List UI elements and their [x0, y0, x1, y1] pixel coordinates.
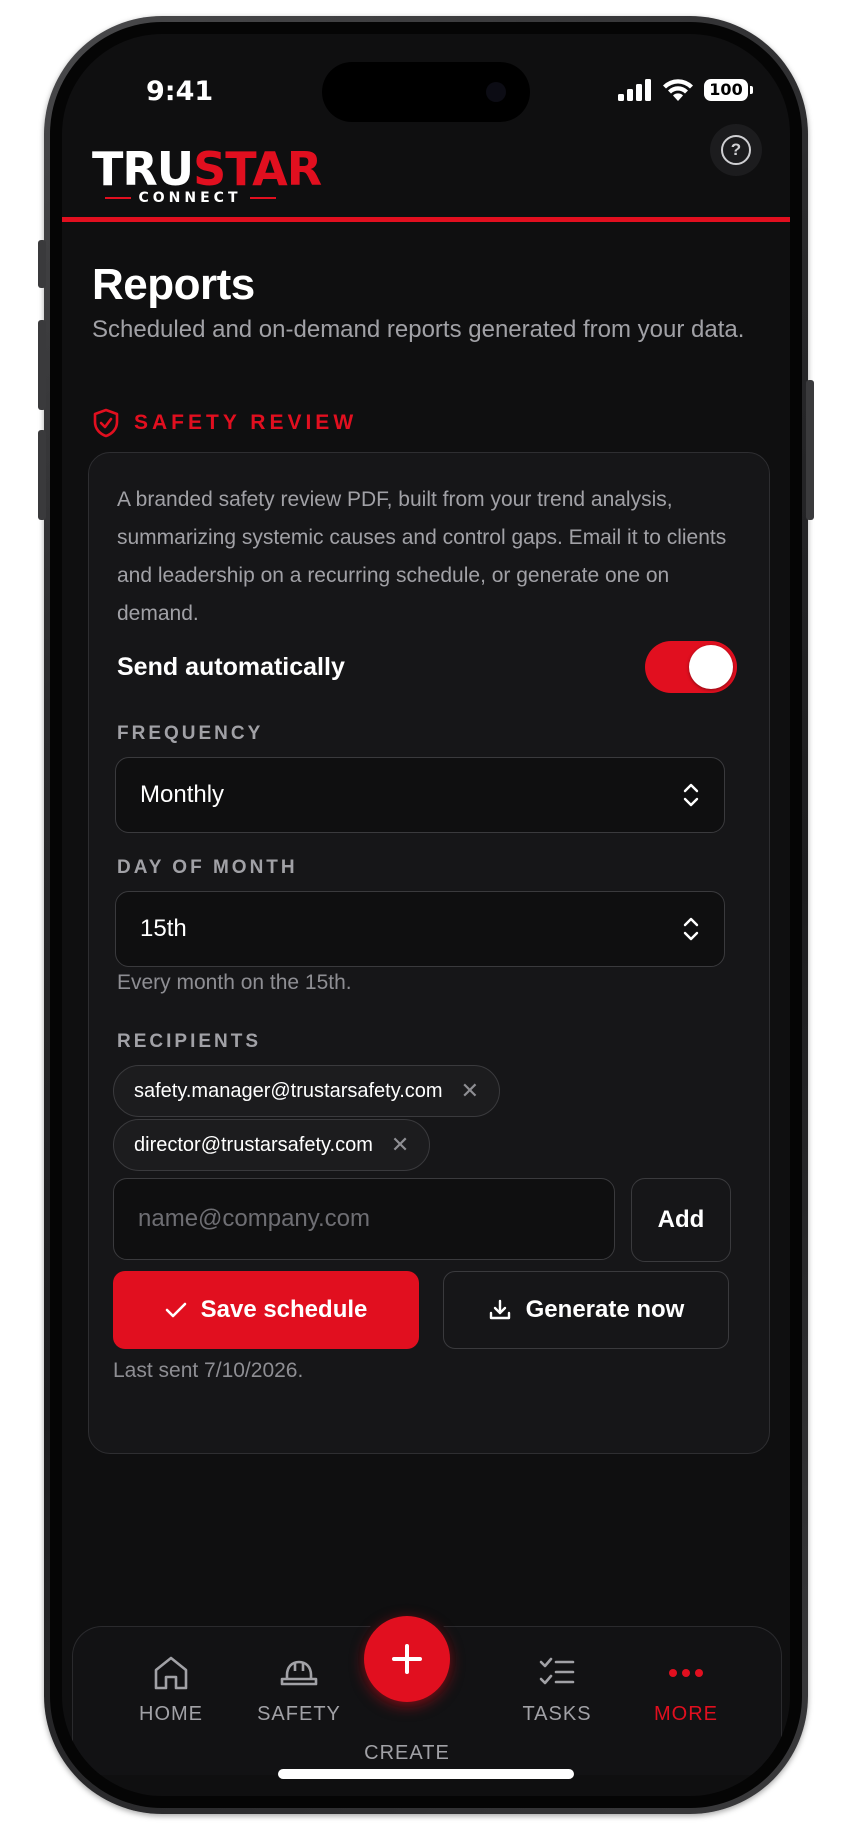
chevron-up-down-icon [683, 917, 699, 941]
chevron-up-down-icon [683, 783, 699, 807]
status-time: 9:41 [146, 76, 214, 107]
remove-recipient-icon[interactable]: ✕ [461, 1080, 479, 1102]
status-icons: 100 [618, 78, 753, 102]
home-icon [154, 1656, 188, 1690]
section-title: SAFETY REVIEW [134, 411, 358, 434]
section-header: SAFETY REVIEW [92, 408, 357, 438]
recipient-email: director@trustarsafety.com [134, 1133, 373, 1156]
trustar-logo[interactable]: TRUSTAR CONNECT [92, 142, 322, 206]
header-divider [62, 217, 790, 222]
tab-safety-label: SAFETY [257, 1703, 341, 1725]
add-recipient-button[interactable]: Add [631, 1178, 731, 1262]
recipients-label: RECIPIENTS [117, 1031, 262, 1052]
create-button[interactable] [364, 1616, 450, 1702]
day-of-month-value: 15th [140, 915, 187, 942]
page-subtitle: Scheduled and on-demand reports generate… [92, 316, 745, 343]
generate-now-label: Generate now [525, 1296, 685, 1323]
more-dots-icon [669, 1669, 703, 1677]
tab-tasks[interactable]: TASKS [497, 1655, 617, 1726]
tab-more[interactable]: MORE [626, 1655, 746, 1726]
send-automatically-label: Send automatically [117, 652, 345, 681]
recipient-email: safety.manager@trustarsafety.com [134, 1079, 443, 1102]
camera-icon [486, 82, 506, 102]
help-button[interactable]: ? [710, 124, 762, 176]
page-title: Reports [92, 260, 255, 309]
frequency-select[interactable]: Monthly [115, 757, 725, 833]
recipient-chip: director@trustarsafety.com ✕ [113, 1119, 431, 1171]
card-description: A branded safety review PDF, built from … [117, 488, 727, 625]
battery-icon: 100 [704, 79, 753, 101]
tab-home-label: HOME [139, 1703, 203, 1725]
tab-more-label: MORE [654, 1703, 718, 1725]
tab-safety[interactable]: SAFETY [239, 1655, 359, 1726]
plus-icon [392, 1644, 422, 1674]
day-of-month-select[interactable]: 15th [115, 891, 725, 967]
toggle-knob [689, 645, 733, 689]
question-icon: ? [721, 135, 751, 165]
save-schedule-button[interactable]: Save schedule [113, 1271, 419, 1349]
recipient-email-input[interactable] [113, 1178, 615, 1260]
volume-down-button [38, 430, 46, 520]
logo-wordmark: TRUSTAR [92, 142, 322, 196]
volume-up-button [38, 320, 46, 410]
home-indicator [278, 1769, 574, 1779]
frequency-value: Monthly [140, 781, 225, 808]
phone-screen: 9:41 100 TRUSTAR CONNECT ? Reports Sched… [62, 34, 790, 1796]
tab-home[interactable]: HOME [111, 1655, 231, 1726]
recipient-chip: safety.manager@trustarsafety.com ✕ [113, 1065, 501, 1117]
send-automatically-toggle[interactable] [645, 641, 737, 693]
safety-review-card: A branded safety review PDF, built from … [88, 452, 770, 1454]
checkmark-icon [165, 1302, 186, 1318]
day-of-month-label: DAY OF MONTH [117, 857, 298, 878]
task-list-icon [539, 1657, 575, 1685]
power-button [806, 380, 814, 520]
download-icon [489, 1299, 510, 1320]
day-of-month-helper: Every month on the 15th. [117, 971, 352, 994]
wifi-icon [663, 79, 693, 101]
shield-check-icon [93, 408, 119, 438]
hard-hat-icon [280, 1660, 318, 1686]
dynamic-island [322, 62, 530, 122]
signal-icon [618, 79, 651, 101]
save-schedule-label: Save schedule [200, 1296, 368, 1323]
generate-now-button[interactable]: Generate now [443, 1271, 729, 1349]
send-automatically-row: Send automatically [117, 633, 737, 701]
tab-create-label: CREATE [364, 1742, 450, 1764]
last-sent-text: Last sent 7/10/2026. [113, 1359, 304, 1382]
action-button [38, 240, 46, 288]
remove-recipient-icon[interactable]: ✕ [391, 1134, 409, 1156]
frequency-label: FREQUENCY [117, 723, 264, 744]
tab-tasks-label: TASKS [522, 1703, 592, 1725]
